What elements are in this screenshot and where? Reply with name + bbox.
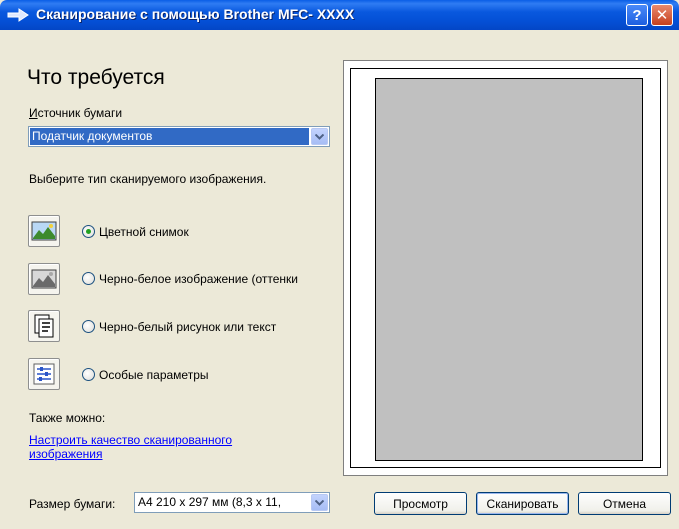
close-button[interactable]: ✕	[651, 4, 673, 26]
scan-dialog: Сканирование с помощью Brother MFC- XXXX…	[0, 0, 679, 529]
black-white-text-icon[interactable]	[28, 310, 60, 342]
radio-black-white[interactable]	[82, 320, 95, 333]
paper-size-label: Размер бумаги:	[29, 497, 116, 511]
option-black-white-label[interactable]: Черно-белый рисунок или текст	[99, 320, 276, 334]
grayscale-photo-icon[interactable]	[28, 263, 60, 295]
paper-source-value: Податчик документов	[30, 128, 309, 145]
cancel-button[interactable]: Отмена	[578, 492, 671, 515]
adjust-quality-link-line2[interactable]: изображения	[29, 447, 232, 461]
radio-custom[interactable]	[82, 368, 95, 381]
custom-settings-icon[interactable]	[28, 358, 60, 390]
option-grayscale-label[interactable]: Черно-белое изображение (оттенки	[99, 272, 334, 286]
paper-size-dropdown[interactable]: A4 210 x 297 мм (8,3 x 11,	[134, 492, 330, 513]
preview-button[interactable]: Просмотр	[374, 492, 467, 515]
adjust-quality-link[interactable]: Настроить качество сканированного изобра…	[29, 433, 232, 461]
option-custom-label[interactable]: Особые параметры	[99, 368, 209, 382]
chevron-down-icon[interactable]	[311, 128, 328, 145]
radio-grayscale[interactable]	[82, 272, 95, 285]
option-color-photo-label[interactable]: Цветной снимок	[99, 225, 189, 239]
paper-source-dropdown[interactable]: Податчик документов	[28, 126, 330, 147]
paper-size-value: A4 210 x 297 мм (8,3 x 11,	[138, 495, 282, 509]
radio-color-photo[interactable]	[82, 225, 95, 238]
scan-type-prompt: Выберите тип сканируемого изображения.	[29, 172, 267, 186]
also-label: Также можно:	[29, 411, 106, 425]
paper-source-label: Источник бумаги	[29, 106, 123, 120]
page-title: Что требуется	[27, 66, 165, 89]
paper-source-label-rest: сточник бумаги	[37, 106, 123, 120]
chevron-down-icon[interactable]	[311, 494, 328, 511]
scan-button[interactable]: Сканировать	[476, 492, 569, 515]
window-title: Сканирование с помощью Brother MFC- XXXX	[36, 6, 355, 22]
title-bar[interactable]: Сканирование с помощью Brother MFC- XXXX…	[0, 0, 679, 30]
preview-page-area[interactable]	[375, 78, 643, 461]
color-photo-icon[interactable]	[28, 215, 60, 247]
adjust-quality-link-line1[interactable]: Настроить качество сканированного	[29, 433, 232, 447]
help-button[interactable]: ?	[626, 4, 648, 26]
scanner-arrow-icon	[7, 8, 29, 22]
